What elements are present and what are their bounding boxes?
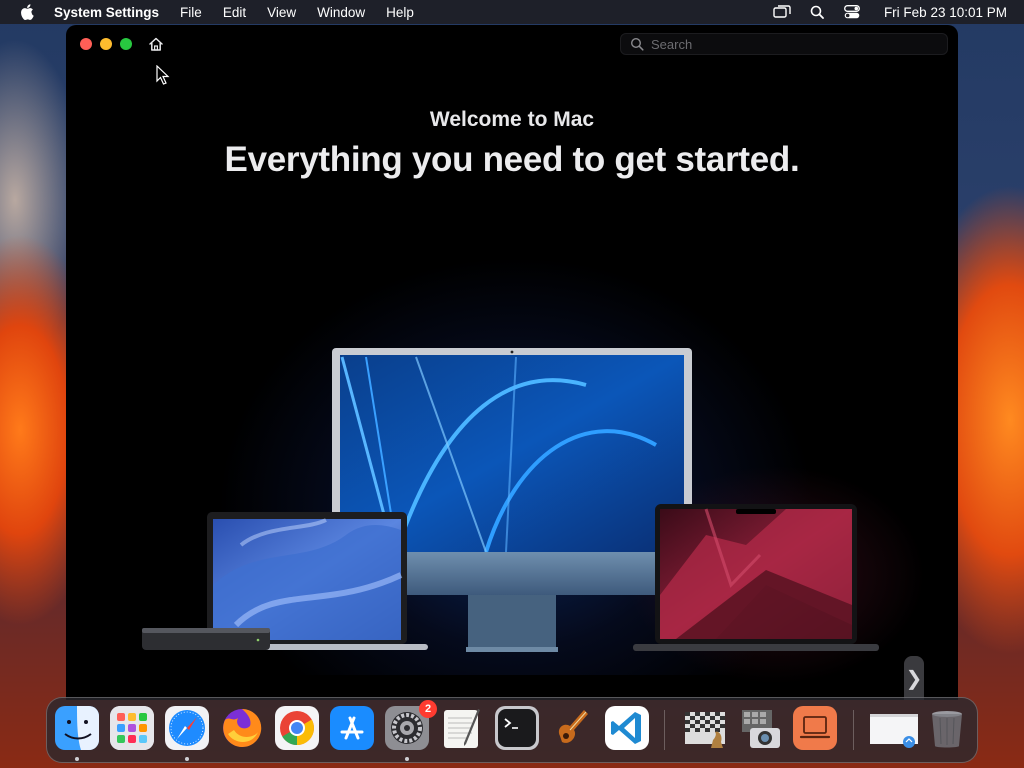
notification-badge: 2 — [419, 700, 437, 718]
screen-sharing-icon — [793, 706, 837, 750]
dock-screen-sharing[interactable] — [793, 706, 837, 750]
dock-trash[interactable] — [925, 706, 969, 750]
dock-garageband[interactable] — [550, 706, 594, 750]
vscode-icon — [605, 706, 649, 750]
menu-view[interactable]: View — [267, 5, 296, 20]
dock-minimized-window[interactable] — [869, 706, 919, 750]
menu-file[interactable]: File — [180, 5, 202, 20]
chrome-icon — [275, 706, 319, 750]
dock-textedit[interactable] — [440, 706, 484, 750]
spotlight-search-icon[interactable] — [808, 5, 826, 19]
dock-terminal[interactable] — [495, 706, 539, 750]
apple-menu-icon[interactable] — [20, 4, 34, 20]
menu-window[interactable]: Window — [317, 5, 365, 20]
trash-icon — [932, 711, 962, 748]
dock-finder[interactable] — [55, 706, 99, 750]
running-indicator — [75, 757, 79, 761]
dock-image-capture[interactable] — [738, 706, 782, 750]
menu-edit[interactable]: Edit — [223, 5, 246, 20]
dock-firefox[interactable] — [220, 706, 264, 750]
dock-launchpad[interactable] — [110, 706, 154, 750]
dock-separator — [664, 710, 665, 750]
menu-bar: System Settings File Edit View Window He… — [0, 0, 1024, 24]
mouse-pointer-icon — [156, 65, 170, 85]
firefox-icon — [223, 708, 262, 747]
image-capture-icon — [742, 710, 780, 748]
next-page-button[interactable]: ❯ — [904, 656, 924, 700]
safari-icon — [165, 706, 209, 750]
running-indicator — [185, 757, 189, 761]
chess-icon — [685, 712, 725, 748]
dock-app-store[interactable] — [330, 706, 374, 750]
mac-mini-illustration — [142, 628, 270, 650]
mac-devices-illustration — [142, 348, 879, 652]
macbook-pro-illustration — [633, 504, 879, 651]
dock-safari[interactable] — [165, 706, 209, 750]
finder-icon — [55, 706, 99, 750]
minimized-window-icon — [870, 714, 918, 748]
launchpad-icon — [110, 706, 154, 750]
running-indicator — [405, 757, 409, 761]
dock-separator — [853, 710, 854, 750]
garageband-icon — [558, 710, 588, 743]
dock-chess[interactable] — [683, 706, 727, 750]
menu-app-name[interactable]: System Settings — [54, 5, 159, 20]
app-store-icon — [330, 706, 374, 750]
system-settings-window: Welcome to Mac Everything you need to ge… — [66, 25, 958, 700]
menu-bar-clock[interactable]: Fri Feb 23 10:01 PM — [884, 5, 1007, 20]
dock-vscode[interactable] — [605, 706, 649, 750]
textedit-icon — [444, 709, 480, 748]
dock-chrome[interactable] — [275, 706, 319, 750]
control-center-icon[interactable] — [843, 5, 861, 19]
menu-help[interactable]: Help — [386, 5, 414, 20]
screen-mirroring-icon[interactable] — [773, 5, 791, 19]
dock-system-settings[interactable]: 2 — [385, 700, 437, 750]
terminal-icon — [495, 706, 539, 750]
dock: 2 — [46, 697, 978, 763]
